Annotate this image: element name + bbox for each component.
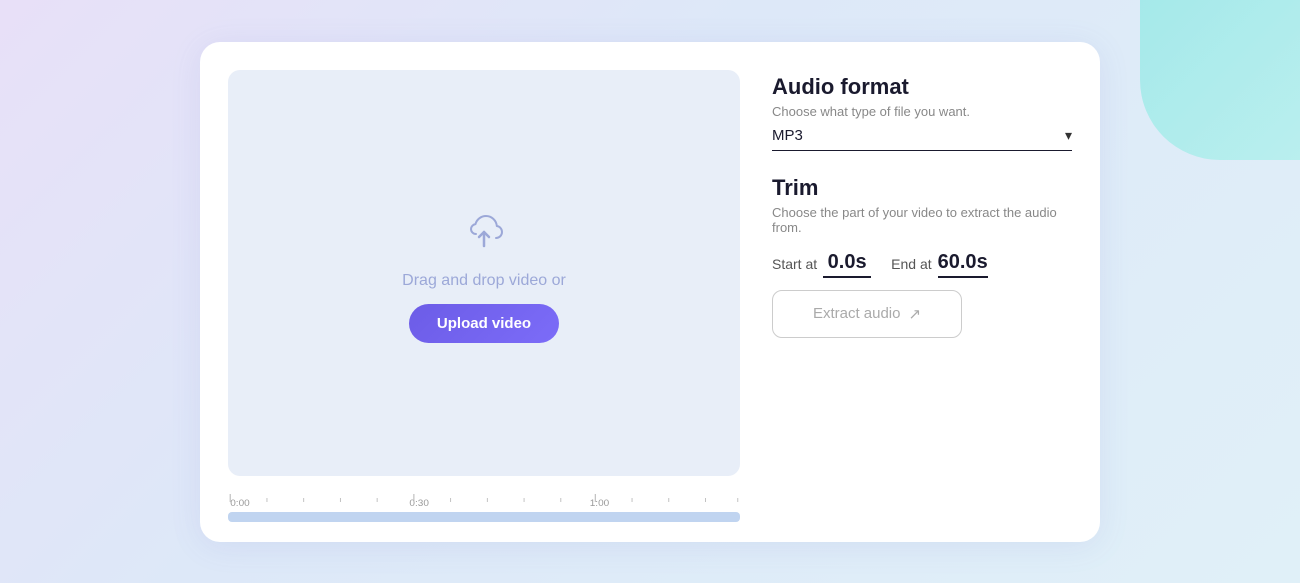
end-at-field: End at 60.0s [891, 251, 988, 278]
ruler-svg: 0:00 0:30 [228, 488, 740, 508]
svg-text:0:30: 0:30 [409, 498, 428, 508]
timeline-bar[interactable] [228, 512, 740, 522]
format-select-wrap[interactable]: MP3 AAC WAV OGG FLAC ▾ [772, 127, 1072, 151]
timeline-ruler: 0:00 0:30 [228, 488, 740, 508]
main-card: Drag and drop video or Upload video 0:00 [200, 42, 1100, 542]
start-at-field: Start at 0.0s [772, 251, 871, 278]
upload-video-button[interactable]: Upload video [409, 304, 559, 343]
svg-text:0:00: 0:00 [230, 498, 249, 508]
trim-controls: Start at 0.0s End at 60.0s [772, 251, 1072, 278]
format-select[interactable]: MP3 AAC WAV OGG FLAC [772, 127, 1065, 144]
audio-format-desc: Choose what type of file you want. [772, 104, 1072, 119]
trim-title: Trim [772, 175, 1072, 201]
settings-panel: Audio format Choose what type of file yo… [772, 70, 1072, 522]
upload-icon [456, 202, 512, 258]
end-at-value[interactable]: 60.0s [938, 251, 988, 278]
start-at-label: Start at [772, 256, 817, 272]
drop-zone-column: Drag and drop video or Upload video 0:00 [228, 70, 740, 522]
trim-section: Trim Choose the part of your video to ex… [772, 175, 1072, 338]
extract-audio-label: Extract audio [813, 305, 901, 322]
timeline-section: 0:00 0:30 [228, 488, 740, 522]
audio-format-title: Audio format [772, 74, 1072, 100]
audio-format-section: Audio format Choose what type of file yo… [772, 74, 1072, 151]
extract-audio-icon: ↗ [908, 305, 921, 323]
svg-text:1:00: 1:00 [590, 498, 609, 508]
video-drop-zone[interactable]: Drag and drop video or Upload video [228, 70, 740, 476]
drag-drop-text: Drag and drop video or [402, 272, 566, 290]
trim-desc: Choose the part of your video to extract… [772, 205, 1072, 235]
end-at-label: End at [891, 256, 931, 272]
card-inner: Drag and drop video or Upload video 0:00 [228, 70, 1072, 522]
chevron-down-icon: ▾ [1065, 127, 1072, 144]
extract-audio-button[interactable]: Extract audio ↗ [772, 290, 962, 338]
start-at-value[interactable]: 0.0s [823, 251, 871, 278]
